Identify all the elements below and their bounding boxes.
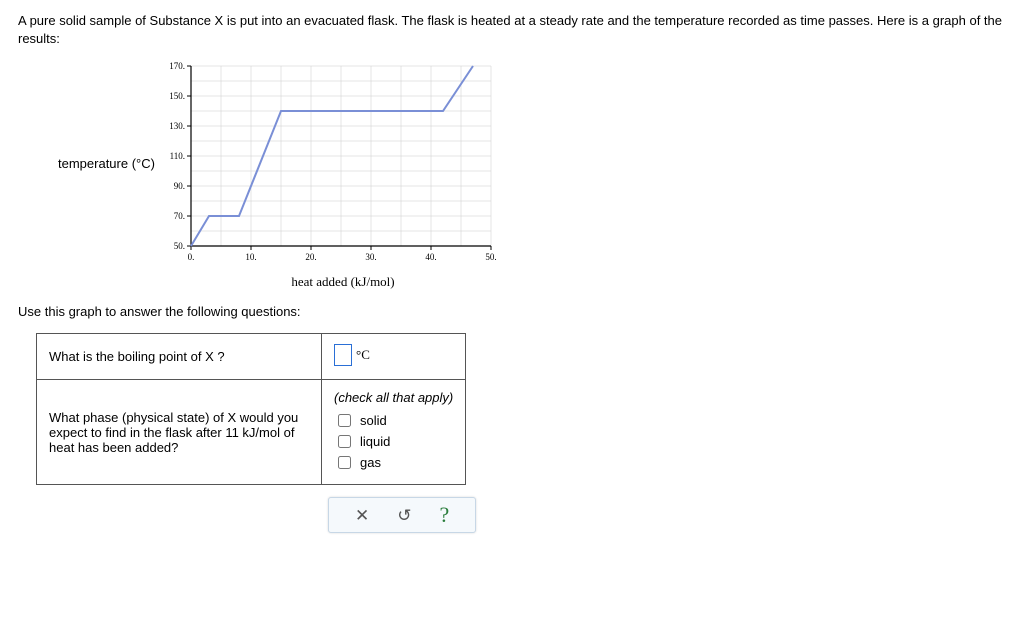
svg-text:150.: 150. — [169, 91, 185, 101]
svg-text:0.: 0. — [188, 252, 195, 262]
checkbox-liquid[interactable] — [338, 435, 351, 448]
option-gas[interactable]: gas — [334, 453, 453, 472]
svg-text:170.: 170. — [169, 61, 185, 71]
checkbox-solid[interactable] — [338, 414, 351, 427]
checkbox-gas[interactable] — [338, 456, 351, 469]
q1-prompt: What is the boiling point of X ? — [37, 334, 322, 380]
chart-area: temperature (°C) 0. 10. 20. 30. 40. 50. 50. 70.… — [58, 58, 1006, 268]
svg-text:50.: 50. — [485, 252, 496, 262]
reset-icon[interactable]: ↺ — [397, 507, 411, 524]
q2-prompt: What phase (physical state) of X would y… — [37, 380, 322, 485]
q2-answer-cell: (check all that apply) solid liquid gas — [322, 380, 466, 485]
help-icon[interactable]: ? — [440, 504, 450, 526]
boiling-point-input[interactable] — [334, 344, 352, 366]
svg-text:40.: 40. — [425, 252, 436, 262]
x-axis-label: heat added (kJ/mol) — [183, 274, 503, 290]
svg-text:50.: 50. — [174, 241, 185, 251]
option-liquid[interactable]: liquid — [334, 432, 453, 451]
y-axis-label: temperature (°C) — [58, 156, 155, 171]
svg-text:30.: 30. — [365, 252, 376, 262]
option-solid[interactable]: solid — [334, 411, 453, 430]
heating-curve-chart: 0. 10. 20. 30. 40. 50. 50. 70. 90. 110. 130. 150. 17… — [161, 58, 501, 268]
svg-text:10.: 10. — [245, 252, 256, 262]
svg-text:110.: 110. — [170, 151, 185, 161]
question-table: What is the boiling point of X ? °C What… — [36, 333, 466, 485]
q2-hint: (check all that apply) — [334, 390, 453, 405]
intro-text: A pure solid sample of Substance X is pu… — [18, 12, 1006, 48]
svg-text:70.: 70. — [174, 211, 185, 221]
q1-answer-cell: °C — [322, 334, 466, 380]
answer-toolbar: ✕ ↺ ? — [328, 497, 476, 533]
svg-text:90.: 90. — [174, 181, 185, 191]
svg-text:130.: 130. — [169, 121, 185, 131]
followup-text: Use this graph to answer the following q… — [18, 304, 1006, 319]
unit-label: °C — [356, 347, 370, 363]
svg-text:20.: 20. — [305, 252, 316, 262]
clear-icon[interactable]: ✕ — [355, 507, 369, 524]
